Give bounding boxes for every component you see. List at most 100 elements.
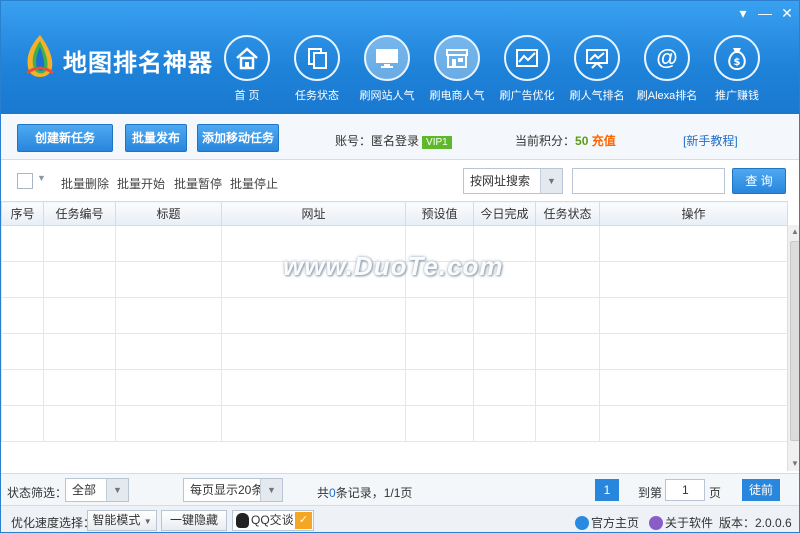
create-task-button[interactable]: 创建新任务 <box>17 124 113 152</box>
qq-chat-label: QQ交谈 <box>251 513 294 527</box>
nav-site-traffic[interactable]: 刷网站人气 <box>352 35 422 105</box>
goto-page-input[interactable]: 1 <box>665 479 705 501</box>
nav-promote-earn[interactable]: $ 推广赚钱 <box>702 35 772 105</box>
column-header-task-id[interactable]: 任务编号 <box>43 201 116 226</box>
app-title: 地图排名神器 <box>63 50 213 77</box>
search-mode-select[interactable]: 按网址搜索 ▼ <box>463 168 563 194</box>
home-circle-icon <box>575 516 589 530</box>
close-button[interactable]: ✕ <box>777 5 797 21</box>
nav-label: 推广赚钱 <box>715 90 759 102</box>
action-bar: ▼ 批量删除 批量开始 批量暂停 批量停止 按网址搜索 ▼ 查 询 <box>1 161 799 201</box>
version-label: 版本：2.0.0.6 <box>719 516 792 530</box>
checkmark-icon: ✓ <box>295 512 312 529</box>
select-all-checkbox[interactable] <box>17 173 33 189</box>
record-prefix: 共 <box>317 486 330 500</box>
scroll-down-icon[interactable]: ▼ <box>788 457 799 471</box>
chevron-down-icon: ▼ <box>260 479 282 501</box>
presentation-icon <box>586 49 608 69</box>
batch-publish-button[interactable]: 批量发布 <box>125 124 187 152</box>
search-mode-value: 按网址搜索 <box>470 174 531 188</box>
official-site-link[interactable]: 官方主页 <box>575 514 639 531</box>
scroll-thumb[interactable] <box>790 241 799 441</box>
nav-ad-optimize[interactable]: 刷广告优化 <box>492 35 562 105</box>
batch-stop-link[interactable]: 批量停止 <box>230 175 278 192</box>
nav-label: 刷人气排名 <box>569 90 625 102</box>
about-link[interactable]: 关于软件 <box>649 514 713 531</box>
go-button[interactable]: 徒前 <box>742 479 780 501</box>
nav-home[interactable]: 首 页 <box>212 35 282 105</box>
points-info: 当前积分：50 充值 <box>515 132 616 149</box>
column-header-url[interactable]: 网址 <box>221 201 406 226</box>
toolbar: 创建新任务 批量发布 添加移动任务 账号：匿名登录 VIP1 当前积分：50 充值… <box>1 114 799 160</box>
qq-chat-button[interactable]: QQ交谈 ✓ <box>232 510 314 531</box>
table-row <box>1 405 788 442</box>
task-table: 序号 任务编号 标题 网址 预设值 今日完成 任务状态 操作 ▲ ▼ <box>1 201 799 471</box>
status-filter-select[interactable]: 全部 ▼ <box>65 478 129 502</box>
nav-label: 刷广告优化 <box>499 90 555 102</box>
page-unit: 页 <box>709 486 722 500</box>
table-header-row: 序号 任务编号 标题 网址 预设值 今日完成 任务状态 操作 <box>1 201 788 226</box>
minimize-button[interactable]: — <box>755 5 775 21</box>
nav-label: 刷电商人气 <box>429 90 485 102</box>
nav-ecommerce-traffic[interactable]: 刷电商人气 <box>422 35 492 105</box>
nav-label: 刷网站人气 <box>359 90 415 102</box>
nav-task-status[interactable]: 任务状态 <box>282 35 352 105</box>
logo-icon <box>26 35 54 77</box>
table-row <box>1 297 788 334</box>
tutorial-link[interactable]: [新手教程] <box>683 132 738 149</box>
batch-pause-link[interactable]: 批量暂停 <box>174 175 222 192</box>
column-header-title[interactable]: 标题 <box>115 201 222 226</box>
nav-alexa-rank[interactable]: @ 刷Alexa排名 <box>632 35 702 105</box>
add-mobile-task-button[interactable]: 添加移动任务 <box>197 124 279 152</box>
page-size-select[interactable]: 每页显示20条 ▼ <box>183 478 283 502</box>
speed-mode-value: 智能模式 <box>92 513 141 527</box>
column-header-status[interactable]: 任务状态 <box>535 201 600 226</box>
column-header-index[interactable]: 序号 <box>1 201 44 226</box>
hide-button[interactable]: 一键隐藏 <box>161 510 227 531</box>
recharge-link[interactable]: 充值 <box>592 134 616 148</box>
goto-label: 到第 <box>638 486 663 500</box>
home-icon <box>236 47 258 70</box>
status-filter-value: 全部 <box>72 483 97 497</box>
record-suffix: 条记录，1/1页 <box>335 486 413 500</box>
search-input[interactable] <box>572 168 725 194</box>
at-icon: @ <box>656 45 678 70</box>
record-count: 0 <box>329 486 336 500</box>
app-window: 地图排名神器 ▾ — ✕ 首 页 任务状态 刷网站人气 刷电商人气 刷广告优化 … <box>0 0 800 533</box>
record-info: 共0条记录，1/1页 <box>317 484 412 501</box>
vip-badge: VIP1 <box>422 136 452 149</box>
scroll-up-icon[interactable]: ▲ <box>788 225 799 239</box>
account-label: 账号： <box>335 134 372 148</box>
table-row <box>1 333 788 370</box>
menu-button[interactable]: ▾ <box>733 5 753 21</box>
column-header-today-done[interactable]: 今日完成 <box>473 201 536 226</box>
nav-label: 刷Alexa排名 <box>636 90 698 102</box>
account-value: 匿名登录 <box>371 134 420 148</box>
chevron-down-icon[interactable]: ▼ <box>37 173 46 183</box>
query-button[interactable]: 查 询 <box>732 168 786 194</box>
batch-start-link[interactable]: 批量开始 <box>117 175 165 192</box>
points-label: 当前积分： <box>515 134 576 148</box>
vertical-scrollbar[interactable]: ▲ ▼ <box>787 225 799 471</box>
info-circle-icon <box>649 516 663 530</box>
shop-icon <box>446 49 468 68</box>
documents-icon <box>308 48 327 69</box>
current-page-button[interactable]: 1 <box>595 479 619 501</box>
chevron-down-icon: ▼ <box>540 169 562 193</box>
nav-label: 首 页 <box>234 90 260 102</box>
header: 地图排名神器 ▾ — ✕ 首 页 任务状态 刷网站人气 刷电商人气 刷广告优化 … <box>1 1 799 114</box>
table-row <box>1 369 788 406</box>
svg-text:$: $ <box>734 57 741 68</box>
column-header-preset[interactable]: 预设值 <box>405 201 474 226</box>
batch-delete-link[interactable]: 批量删除 <box>61 175 109 192</box>
qq-icon <box>236 513 249 528</box>
monitor-icon <box>376 49 398 68</box>
chevron-down-icon: ▼ <box>143 517 152 526</box>
speed-mode-select[interactable]: 智能模式 ▼ <box>87 510 157 531</box>
filter-label: 状态筛选： <box>7 486 68 500</box>
nav-popularity-rank[interactable]: 刷人气排名 <box>562 35 632 105</box>
nav-label: 任务状态 <box>295 90 339 102</box>
points-value: 50 <box>575 134 589 148</box>
money-bag-icon: $ <box>728 48 746 71</box>
column-header-actions[interactable]: 操作 <box>599 201 788 226</box>
